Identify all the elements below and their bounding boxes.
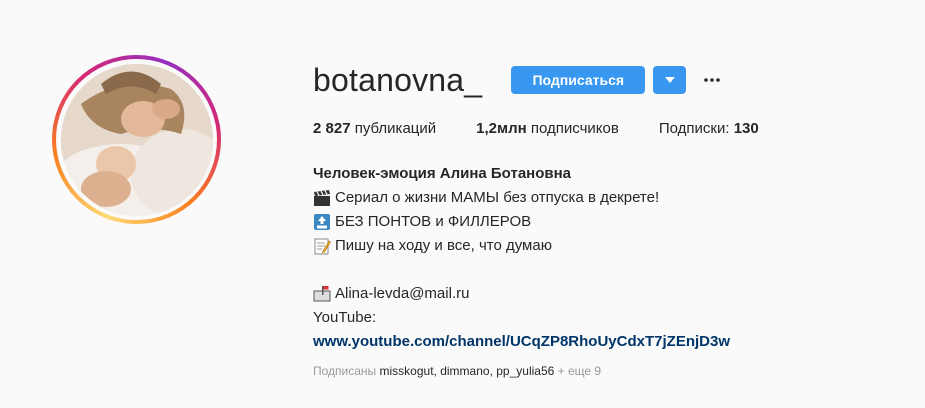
posts-label: публикаций (354, 120, 437, 137)
followers-stat[interactable]: 1,2млн подписчиков (476, 120, 619, 140)
mailbox-icon (313, 285, 331, 303)
followed-by-user-1: misskogut, (379, 364, 437, 378)
following-label: Подписки: (658, 120, 730, 137)
bio-blank-line (313, 258, 873, 282)
posts-stat: 2 827 публикаций (313, 120, 436, 140)
suggestions-dropdown-button[interactable] (653, 66, 687, 94)
avatar-gap (56, 59, 217, 220)
profile-stats: 2 827 публикаций 1,2млн подписчиков Подп… (313, 120, 799, 140)
followed-by-user-2: dimmano, (440, 364, 493, 378)
clapper-board-icon (313, 189, 331, 207)
full-name: Человек-эмоция Алина Ботановна (313, 165, 572, 182)
followed-by-prefix: Подписаны (313, 364, 377, 378)
bio-email: Alina-levda@mail.ru (335, 285, 470, 302)
username: botanovna_ (313, 61, 483, 98)
bio: Человек-эмоция Алина Ботановна Сериал о … (313, 162, 873, 354)
followed-by-user-3: pp_yulia56 (496, 364, 555, 378)
bio-line-1: Сериал о жизни МАМЫ без отпуска в декрет… (313, 186, 873, 210)
bio-text-3: Пишу на ходу и все, что думаю (335, 237, 552, 254)
profile-avatar-ring[interactable] (52, 55, 221, 224)
external-link[interactable]: www.youtube.com/channel/UCqZP8RhoUyCdxT7… (313, 330, 873, 354)
followed-by-more: + еще 9 (557, 364, 602, 378)
posts-count: 2 827 (313, 120, 351, 137)
followed-by[interactable]: Подписаны misskogut, dimmano, pp_yulia56… (313, 364, 601, 378)
bio-line-3: Пишу на ходу и все, что думаю (313, 234, 873, 258)
bio-text-2: БЕЗ ПОНТОВ и ФИЛЛЕРОВ (335, 213, 532, 230)
following-stat[interactable]: Подписки: 130 (659, 120, 759, 140)
follow-button[interactable]: Подписаться (511, 66, 646, 94)
followers-count: 1,2млн (476, 120, 527, 137)
following-count: 130 (733, 120, 759, 137)
caret-down-icon (664, 77, 675, 83)
bio-youtube-label: YouTube: (313, 309, 377, 326)
bio-line-2: БЕЗ ПОНТОВ и ФИЛЛЕРОВ (313, 210, 873, 234)
bio-line-email: Alina-levda@mail.ru (313, 282, 873, 306)
top-arrow-icon (313, 213, 331, 231)
bio-text-1: Сериал о жизни МАМЫ без отпуска в декрет… (335, 189, 660, 206)
more-options-button[interactable] (700, 66, 724, 94)
avatar[interactable] (60, 63, 213, 216)
avatar-photo (60, 63, 213, 216)
memo-icon (313, 237, 331, 255)
profile-header: botanovna_ Подписаться (313, 60, 724, 100)
ellipsis-icon (704, 78, 721, 82)
followers-label: подписчиков (530, 120, 619, 137)
